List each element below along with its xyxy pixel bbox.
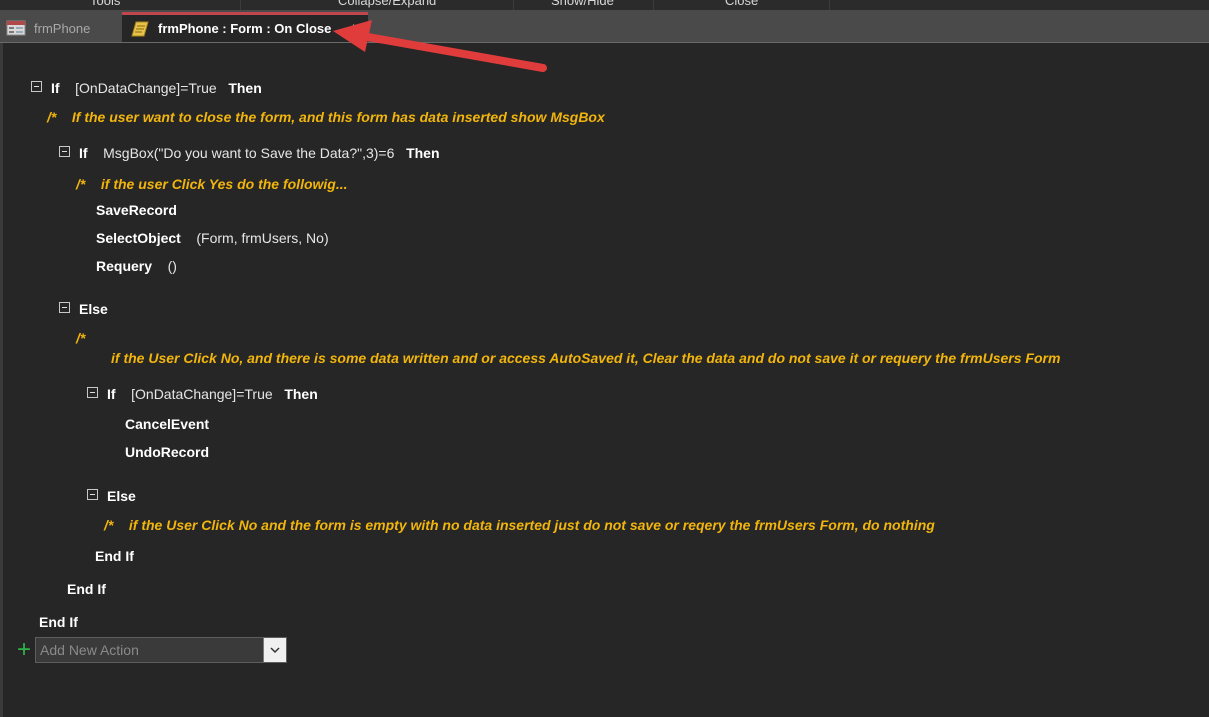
then-keyword: Then	[228, 80, 262, 96]
action-requery[interactable]: Requery ()	[96, 258, 177, 274]
else-keyword: Else	[107, 488, 136, 504]
collapse-toggle-icon[interactable]	[87, 489, 98, 500]
else-block-2-header[interactable]: Else	[87, 488, 136, 504]
tab-frmphone-on-close[interactable]: frmPhone : Form : On Close ×	[122, 12, 368, 42]
action-cancelevent[interactable]: CancelEvent	[125, 416, 209, 432]
then-keyword: Then	[284, 386, 318, 402]
collapse-toggle-icon[interactable]	[87, 387, 98, 398]
else-keyword: Else	[79, 301, 108, 317]
then-keyword: Then	[406, 145, 440, 161]
tab-label: frmPhone : Form : On Close	[158, 21, 332, 36]
add-new-action-row: + Add New Action	[17, 636, 288, 664]
if-keyword: If	[79, 145, 88, 161]
document-tab-bar: frmPhone frmPhone : Form : On Close ×	[0, 10, 1209, 43]
ribbon-group-tools: Tools	[90, 0, 121, 8]
comment-1[interactable]: /* If the user want to close the form, a…	[47, 109, 605, 125]
collapse-toggle-icon[interactable]	[59, 146, 70, 157]
comment-text: If the user want to close the form, and …	[71, 109, 605, 125]
action-name: UndoRecord	[125, 444, 209, 460]
comment-marker: /*	[76, 176, 86, 192]
comment-marker: /*	[104, 517, 114, 533]
chevron-down-icon	[270, 647, 280, 654]
end-if-3[interactable]: End If	[95, 548, 134, 564]
plus-icon[interactable]: +	[17, 638, 31, 662]
else-block-1-header[interactable]: Else	[59, 301, 108, 317]
action-arguments: ()	[167, 258, 177, 274]
if-keyword: If	[51, 80, 60, 96]
comment-2[interactable]: /* if the user Click Yes do the followig…	[76, 176, 348, 192]
action-selectobject[interactable]: SelectObject (Form, frmUsers, No)	[96, 230, 329, 246]
if-condition: MsgBox("Do you want to Save the Data?",3…	[103, 145, 395, 161]
tab-frmphone[interactable]: frmPhone	[6, 14, 116, 42]
add-new-action-combo[interactable]: Add New Action	[35, 637, 288, 663]
ribbon-separator	[513, 0, 514, 10]
ribbon-group-labels: Tools Collapse/Expand Show/Hide Close	[0, 0, 1209, 10]
action-name: SelectObject	[96, 230, 181, 246]
if-block-1-header[interactable]: If [OnDataChange]=True Then	[31, 80, 262, 96]
if-block-3-header[interactable]: If [OnDataChange]=True Then	[87, 386, 318, 402]
comment-3[interactable]: if the User Click No, and there is some …	[111, 350, 1060, 366]
action-name: SaveRecord	[96, 202, 177, 218]
collapse-toggle-icon[interactable]	[59, 302, 70, 313]
action-arguments: (Form, frmUsers, No)	[196, 230, 329, 246]
comment-marker: /*	[76, 330, 86, 346]
combo-dropdown-button[interactable]	[263, 638, 287, 662]
ribbon-group-collapse-expand: Collapse/Expand	[338, 0, 437, 8]
action-undorecord[interactable]: UndoRecord	[125, 444, 209, 460]
if-condition: [OnDataChange]=True	[131, 386, 273, 402]
ribbon-separator	[829, 0, 830, 10]
ribbon-separator	[653, 0, 654, 10]
comment-text: if the user Click Yes do the followig...	[100, 176, 348, 192]
collapse-toggle-icon[interactable]	[31, 81, 42, 92]
macro-editor: If [OnDataChange]=True Then /* If the us…	[0, 43, 1209, 717]
end-if-2[interactable]: End If	[67, 581, 106, 597]
end-if-1[interactable]: End If	[39, 614, 78, 630]
ribbon-group-close: Close	[725, 0, 759, 8]
add-new-action-placeholder: Add New Action	[40, 642, 139, 658]
close-icon[interactable]: ×	[352, 19, 360, 35]
macro-icon	[131, 21, 149, 36]
comment-text: if the User Click No, and there is some …	[111, 350, 1061, 366]
form-icon	[6, 20, 26, 36]
comment-4[interactable]: /* if the User Click No and the form is …	[104, 517, 935, 533]
comment-3-marker[interactable]: /*	[76, 330, 85, 346]
ribbon-separator	[240, 0, 241, 10]
if-block-2-header[interactable]: If MsgBox("Do you want to Save the Data?…	[59, 145, 440, 161]
action-saverecord[interactable]: SaveRecord	[96, 202, 177, 218]
comment-text: if the User Click No and the form is emp…	[128, 517, 935, 533]
tab-label: frmPhone	[34, 20, 91, 36]
if-keyword: If	[107, 386, 116, 402]
action-name: Requery	[96, 258, 153, 274]
if-condition: [OnDataChange]=True	[75, 80, 217, 96]
editor-left-border	[0, 43, 3, 717]
comment-marker: /*	[47, 109, 57, 125]
ribbon-group-show-hide: Show/Hide	[551, 0, 614, 8]
action-name: CancelEvent	[125, 416, 210, 432]
